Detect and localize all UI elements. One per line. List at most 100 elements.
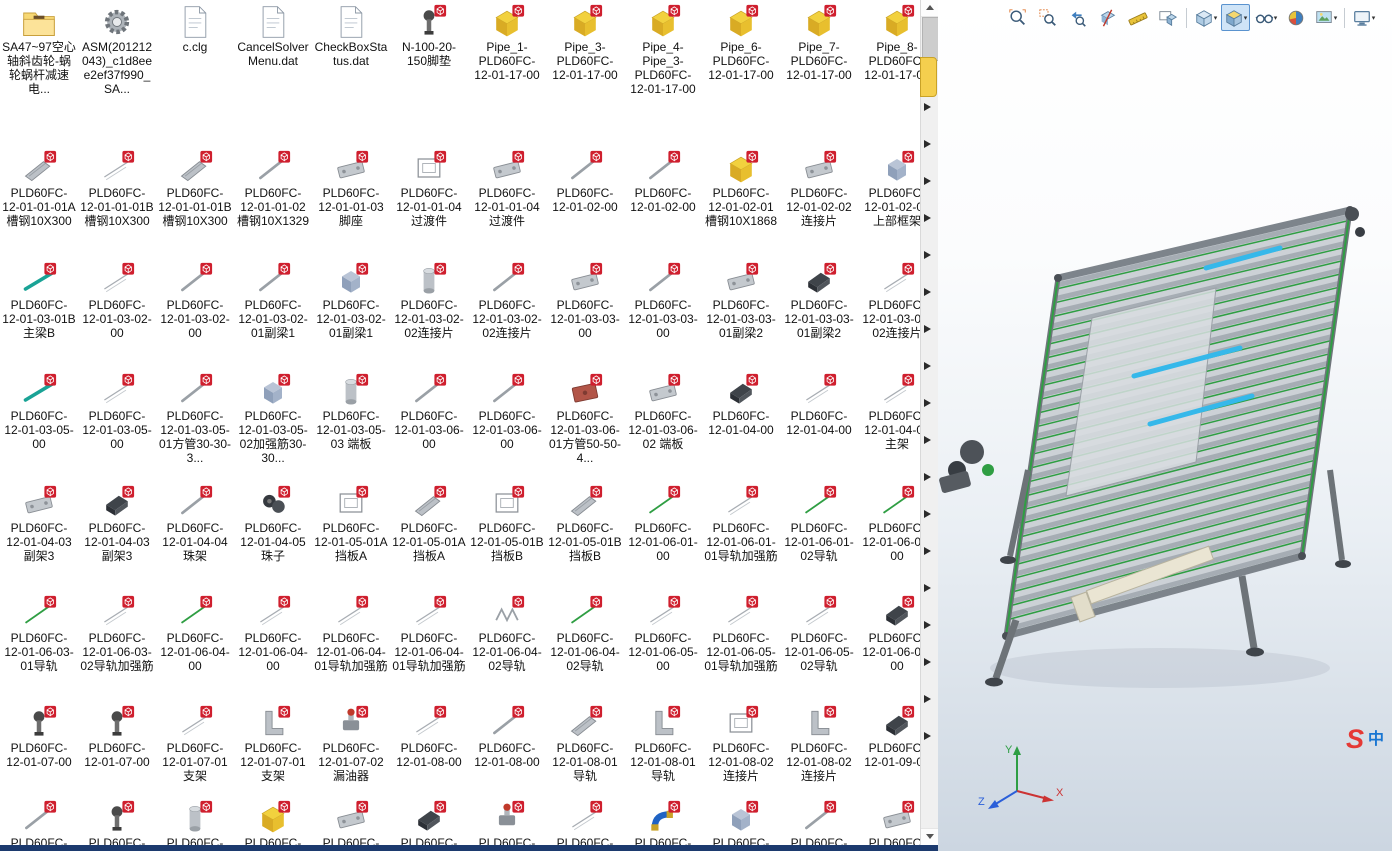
file-item[interactable]: PLD60FC-12-01-03-03-00 bbox=[546, 258, 624, 369]
file-item[interactable]: PLD60FC-12-01-05-01A挡板A bbox=[390, 481, 468, 591]
section-view-button[interactable] bbox=[1093, 4, 1122, 31]
file-item[interactable]: PLD60FC-12-01-03-01B主梁B bbox=[0, 258, 78, 369]
file-item[interactable]: PLD60FC-12-01-06-05-02导轨 bbox=[780, 591, 858, 701]
file-item[interactable]: PLD60FC-12-01-08-01导轨 bbox=[624, 701, 702, 796]
file-item[interactable]: PLD60FC-12-01-07-00 bbox=[0, 701, 78, 796]
file-item[interactable]: PLD60FC-12-01-06-03-01导轨 bbox=[0, 591, 78, 701]
file-item[interactable]: Pipe_8-PLD60FC-12-01-17-00 bbox=[858, 0, 920, 146]
file-item[interactable]: PLD60FC-12-01-06-04-02导轨 bbox=[546, 591, 624, 701]
apply-scene-button[interactable]: ▾ bbox=[1311, 4, 1340, 31]
file-item[interactable]: PLD60FC-12-01-03-02-02连接片 bbox=[390, 258, 468, 369]
file-item[interactable]: PLD60FC-12-01-06-04-02导轨 bbox=[468, 591, 546, 701]
file-item[interactable]: PLD60FC-12-01-03-05-00 bbox=[78, 369, 156, 481]
file-item[interactable]: PLD60FC-12-01-10-01 bbox=[78, 796, 156, 845]
file-item[interactable]: PLD60FC-12-01-01-02 槽钢10X1329 bbox=[234, 146, 312, 258]
dropdown-arrow-icon[interactable]: ▾ bbox=[1244, 14, 1248, 22]
screen-settings-button[interactable]: ▾ bbox=[1349, 4, 1378, 31]
edit-appearance-button[interactable] bbox=[1281, 4, 1310, 31]
dropdown-arrow-icon[interactable]: ▾ bbox=[1214, 14, 1218, 22]
file-item[interactable]: PLD60FC-12-01-01-01B 槽钢10X300 bbox=[156, 146, 234, 258]
file-item[interactable]: PLD60FC-12-01-06-03-02导轨加强筋 bbox=[78, 591, 156, 701]
file-item[interactable]: PLD60FC-12-01-07-01支架 bbox=[234, 701, 312, 796]
file-item[interactable]: PLD60FC-12-01-11-02 bbox=[390, 796, 468, 845]
file-item[interactable]: PLD60FC-12-01-04-00 bbox=[780, 369, 858, 481]
3d-drawing-view-button[interactable] bbox=[1153, 4, 1182, 31]
file-item[interactable]: PLD60FC-12-01-06-01-02导轨 bbox=[780, 481, 858, 591]
file-item[interactable]: PLD60FC-12-01-07-01支架 bbox=[156, 701, 234, 796]
view-orientation-button[interactable]: ▾ bbox=[1191, 4, 1220, 31]
file-item[interactable]: PLD60FC-12-01-05-01B挡板B bbox=[546, 481, 624, 591]
file-item[interactable]: PLD60FC-12-01-10-00 bbox=[0, 796, 78, 845]
file-item[interactable]: PLD60FC-12-01-08-00 bbox=[390, 701, 468, 796]
file-item[interactable]: Pipe_3-PLD60FC-12-01-17-00 bbox=[546, 0, 624, 146]
file-list-scrollbar[interactable] bbox=[920, 0, 939, 845]
file-item[interactable]: PLD60FC-12-01-01-01A槽钢10X300 bbox=[0, 146, 78, 258]
dropdown-arrow-icon[interactable]: ▾ bbox=[1274, 14, 1278, 22]
file-item[interactable]: PLD60FC-12-01-15-00 bbox=[858, 796, 920, 845]
file-item[interactable]: PLD60FC-12-01-03-05-00 bbox=[0, 369, 78, 481]
drive-motor[interactable] bbox=[938, 440, 994, 494]
collapsed-panel-tab[interactable] bbox=[920, 57, 937, 97]
file-item[interactable]: PLD60FC-12-01-03-06-02 端板 bbox=[624, 369, 702, 481]
file-item[interactable]: PLD60FC-12-01-04-01主架 bbox=[858, 369, 920, 481]
file-item[interactable]: PLD60FC-12-01-06-02-00 bbox=[858, 481, 920, 591]
file-item[interactable]: PLD60FC-12-01-06-05-00 bbox=[624, 591, 702, 701]
file-item[interactable]: PLD60FC-12-01-03-03-02连接片 bbox=[858, 258, 920, 369]
file-item[interactable]: PLD60FC-12-01-02-00 bbox=[624, 146, 702, 258]
file-item[interactable]: PLD60FC-12-01-06-04-00 bbox=[156, 591, 234, 701]
file-item[interactable]: PLD60FC-12-01-13-01 bbox=[702, 796, 780, 845]
file-item[interactable]: Pipe_1-PLD60FC-12-01-17-00 bbox=[468, 0, 546, 146]
sogou-logo-icon[interactable]: S bbox=[1346, 726, 1364, 753]
file-item[interactable]: PLD60FC-12-01-01-01B 槽钢10X300 bbox=[78, 146, 156, 258]
file-item[interactable]: PLD60FC-12-01-06-04-01导轨加强筋 bbox=[390, 591, 468, 701]
file-item[interactable]: PLD60FC-12-01-05-01B挡板B bbox=[468, 481, 546, 591]
file-item[interactable]: PLD60FC-12-01-04-00 bbox=[702, 369, 780, 481]
file-item[interactable]: PLD60FC-12-01-04-05珠子 bbox=[234, 481, 312, 591]
file-item[interactable]: PLD60FC-12-01-12-00 bbox=[468, 796, 546, 845]
cad-model[interactable] bbox=[938, 0, 1392, 851]
file-item[interactable]: PLD60FC-12-01-02-00 bbox=[546, 146, 624, 258]
file-item[interactable]: PLD60FC-12-01-03-03-01副梁2 bbox=[780, 258, 858, 369]
file-item[interactable]: SA47~97空心轴斜齿轮-蜗轮蜗杆减速电... bbox=[0, 0, 78, 146]
file-item[interactable]: Pipe_4-Pipe_3-PLD60FC-12-01-17-00 bbox=[624, 0, 702, 146]
file-item[interactable]: PLD60FC-12-01-03-03-00 bbox=[624, 258, 702, 369]
file-item[interactable]: PLD60FC-12-01-06-05-01导轨加强筋 bbox=[702, 591, 780, 701]
measure-button[interactable] bbox=[1123, 4, 1152, 31]
file-item[interactable]: PLD60FC-12-01-03-03-01副梁2 bbox=[702, 258, 780, 369]
file-item[interactable]: PLD60FC-12-01-02-02 连接片 bbox=[780, 146, 858, 258]
file-item[interactable]: PLD60FC-12-01-13-00 bbox=[624, 796, 702, 845]
file-item[interactable]: PLD60FC-12-01-01-04 过渡件 bbox=[390, 146, 468, 258]
file-item[interactable]: PLD60FC-12-01-03-05-01方管30-30-3... bbox=[156, 369, 234, 481]
file-item[interactable]: PLD60FC-12-01-06-01-01导轨加强筋 bbox=[702, 481, 780, 591]
file-item[interactable]: PLD60FC-12-01-03-02-01副梁1 bbox=[312, 258, 390, 369]
scrollbar-up-button[interactable] bbox=[921, 0, 938, 17]
file-item[interactable]: PLD60FC-12-01-03-05-02加强筋30-30... bbox=[234, 369, 312, 481]
zoom-to-fit-button[interactable] bbox=[1003, 4, 1032, 31]
ime-language-label[interactable]: 中 bbox=[1368, 731, 1384, 748]
file-item[interactable]: PLD60FC-12-01-03-02-00 bbox=[156, 258, 234, 369]
file-item[interactable]: PLD60FC-12-01-08-01导轨 bbox=[546, 701, 624, 796]
file-item[interactable]: PLD60FC-12-01-14-00 bbox=[780, 796, 858, 845]
file-item[interactable]: PLD60FC-12-01-10-02 bbox=[156, 796, 234, 845]
file-item[interactable]: PLD60FC-12-01-06-04-00 bbox=[234, 591, 312, 701]
file-item[interactable]: PLD60FC-12-01-01-04 过渡件 bbox=[468, 146, 546, 258]
hide-show-items-button[interactable]: ▾ bbox=[1251, 4, 1280, 31]
file-item[interactable]: CancelSolverMenu.dat bbox=[234, 0, 312, 146]
file-item[interactable]: c.clg bbox=[156, 0, 234, 146]
file-item[interactable]: PLD60FC-12-01-11-00 bbox=[234, 796, 312, 845]
dropdown-arrow-icon[interactable]: ▾ bbox=[1372, 14, 1376, 22]
file-item[interactable]: PLD60FC-12-01-07-00 bbox=[78, 701, 156, 796]
file-item[interactable]: PLD60FC-12-01-01-03 脚座 bbox=[312, 146, 390, 258]
zoom-to-area-button[interactable] bbox=[1033, 4, 1062, 31]
scrollbar-down-button[interactable] bbox=[921, 828, 938, 845]
file-item[interactable]: CheckBoxStatus.dat bbox=[312, 0, 390, 146]
file-item[interactable]: PLD60FC-12-01-07-02漏油器 bbox=[312, 701, 390, 796]
file-item[interactable]: PLD60FC-12-01-05-01A挡板A bbox=[312, 481, 390, 591]
file-item[interactable]: N-100-20-150脚垫 bbox=[390, 0, 468, 146]
graphics-viewport[interactable]: ▾ ▾ ▾ ▾ ▾ Y X Z S 中 bbox=[938, 0, 1392, 851]
file-item[interactable]: PLD60FC-12-01-08-02连接片 bbox=[780, 701, 858, 796]
file-item[interactable]: PLD60FC-12-01-03-06-01方管50-50-4... bbox=[546, 369, 624, 481]
file-item[interactable]: PLD60FC-12-01-02-01 槽钢10X1868 bbox=[702, 146, 780, 258]
display-style-button[interactable]: ▾ bbox=[1221, 4, 1250, 31]
file-item[interactable]: PLD60FC-12-01-08-02连接片 bbox=[702, 701, 780, 796]
